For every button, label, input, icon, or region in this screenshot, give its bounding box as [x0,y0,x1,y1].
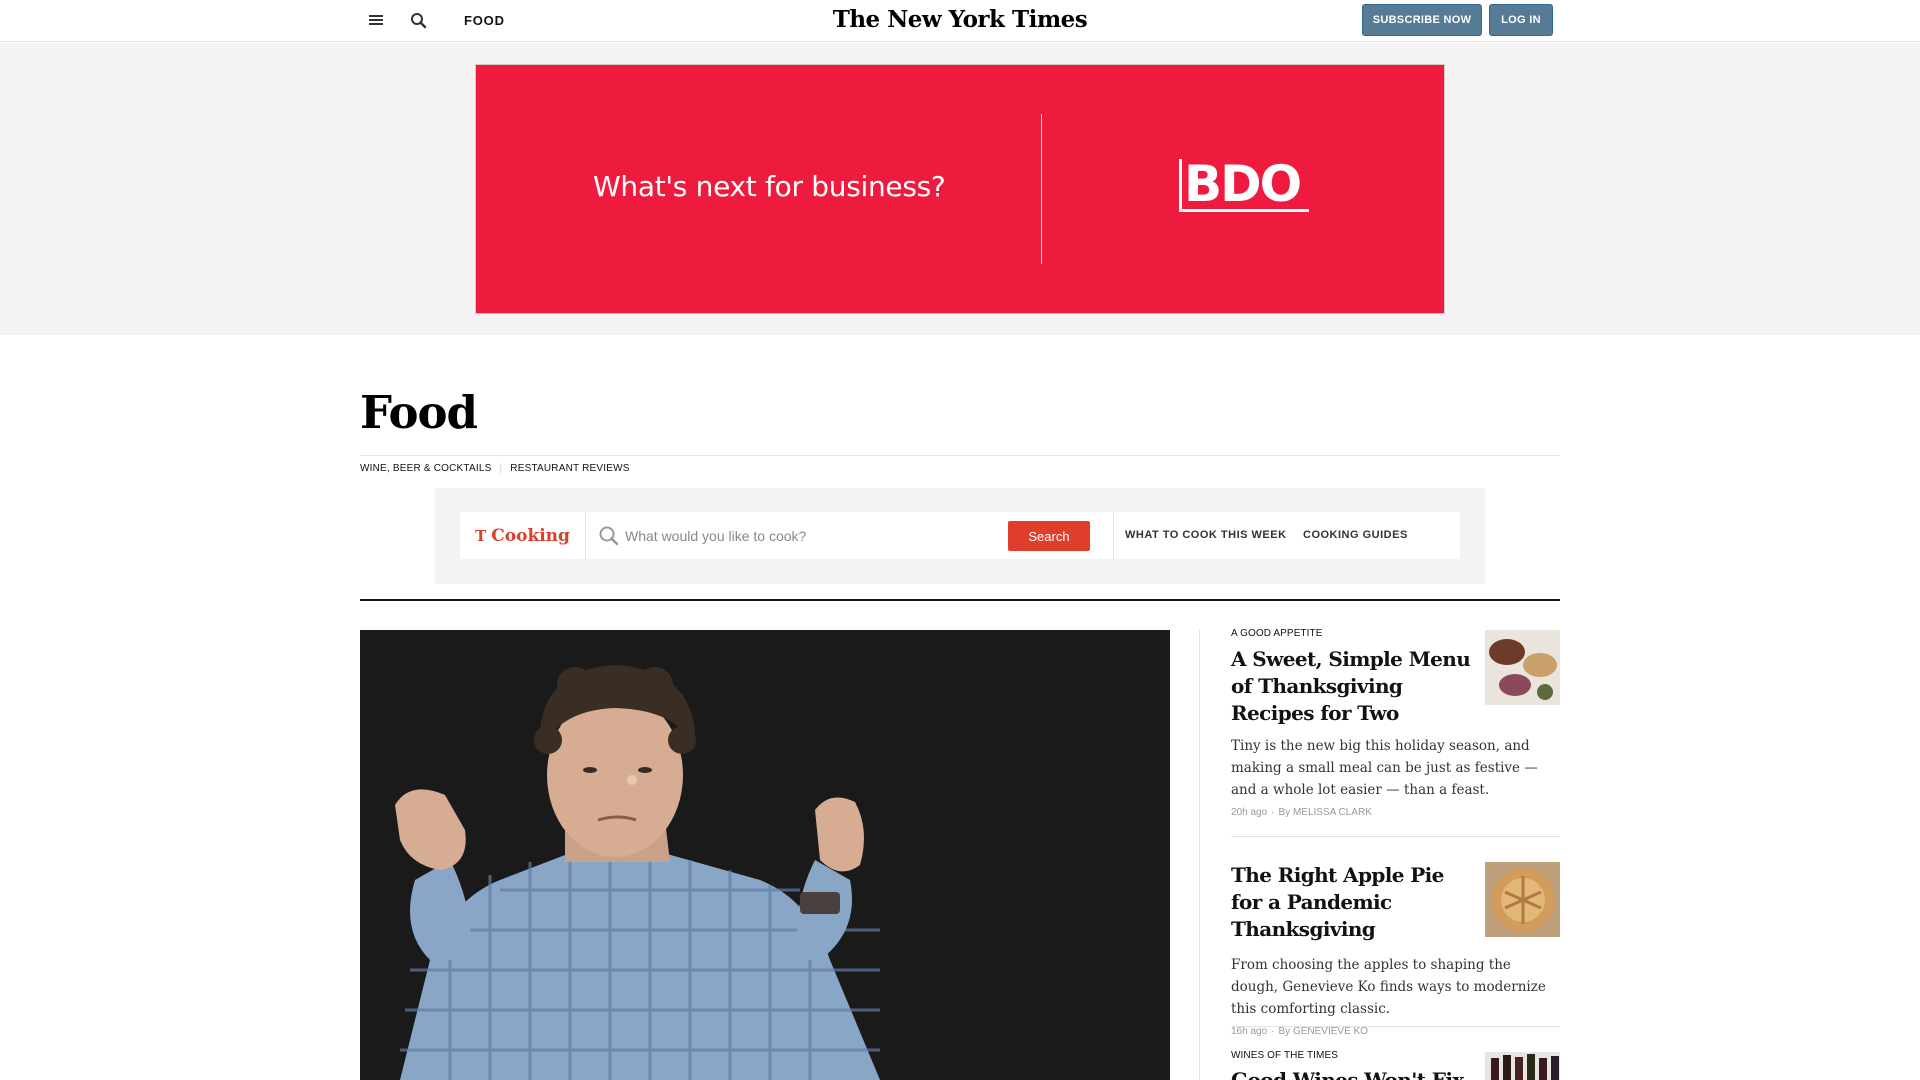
banner-ad[interactable]: What's next for business? BDO [475,64,1445,314]
page-title: Food [360,386,478,439]
subnav-item-restaurant-reviews[interactable]: RESTAURANT REVIEWS [510,463,629,474]
story-thumbnail[interactable] [1485,630,1560,705]
nyt-logo[interactable]: The New York Times [820,6,1100,33]
hamburger-menu-icon[interactable] [368,13,386,29]
subnav-item-wine[interactable]: WINE, BEER & COCKTAILS [360,463,491,474]
ad-brand: BDO [1184,155,1302,213]
recipe-search-input[interactable] [625,525,1005,547]
login-button[interactable]: LOG IN [1489,4,1553,36]
section-subnav: WINE, BEER & COCKTAILS | RESTAURANT REVI… [360,463,630,474]
cooking-guides-link[interactable]: COOKING GUIDES [1303,529,1408,541]
column-divider [1199,630,1200,1080]
bdo-logo: BDO [1176,159,1316,219]
story-thumbnail[interactable] [1485,1052,1560,1080]
story-byline[interactable]: By MELISSA CLARK [1279,807,1372,818]
story-thumbnail[interactable] [1485,862,1560,937]
story-summary: From choosing the apples to shaping the … [1231,957,1546,1017]
story-timestamp: 16h ago [1231,1026,1268,1037]
what-to-cook-link[interactable]: WHAT TO COOK THIS WEEK [1125,529,1287,541]
divider [1113,512,1114,559]
cooking-search-bar: T Cooking Search WHAT TO COOK THIS WEEK … [460,512,1460,559]
divider [1231,1026,1560,1027]
ad-tagline: What's next for business? [593,170,946,203]
story-meta: 20h ago · By MELISSA CLARK [1231,807,1372,818]
nyt-t-icon: T [475,526,487,545]
divider [1231,836,1560,837]
recipe-search-button[interactable]: Search [1008,521,1090,551]
story-summary: Tiny is the new big this holiday season,… [1231,738,1538,798]
story-byline[interactable]: By GENEVIEVE KO [1279,1026,1368,1037]
lead-story-image[interactable] [360,630,1170,1080]
story-timestamp: 20h ago [1231,807,1268,818]
cooking-logo[interactable]: T Cooking [460,512,586,559]
story-meta: 16h ago · By GENEVIEVE KO [1231,1026,1368,1037]
ad-divider [1041,114,1042,264]
search-icon [598,525,620,547]
search-icon[interactable] [409,11,429,31]
ad-container: What's next for business? BDO [0,43,1920,335]
cooking-logo-text: Cooking [491,525,570,546]
section-name[interactable]: FOOD [464,13,505,28]
section-divider [360,599,1560,601]
top-bar: FOOD The New York Times SUBSCRIBE NOW LO… [0,0,1920,42]
story-headline[interactable]: The Right Apple Pie for a Pandemic Thank… [1231,862,1471,943]
story-headline[interactable]: A Sweet, Simple Menu of Thanksgiving Rec… [1231,646,1471,727]
divider [360,455,1560,456]
subnav-separator: | [499,463,503,474]
subscribe-button[interactable]: SUBSCRIBE NOW [1362,4,1482,36]
cooking-promo: T Cooking Search WHAT TO COOK THIS WEEK … [435,488,1485,584]
